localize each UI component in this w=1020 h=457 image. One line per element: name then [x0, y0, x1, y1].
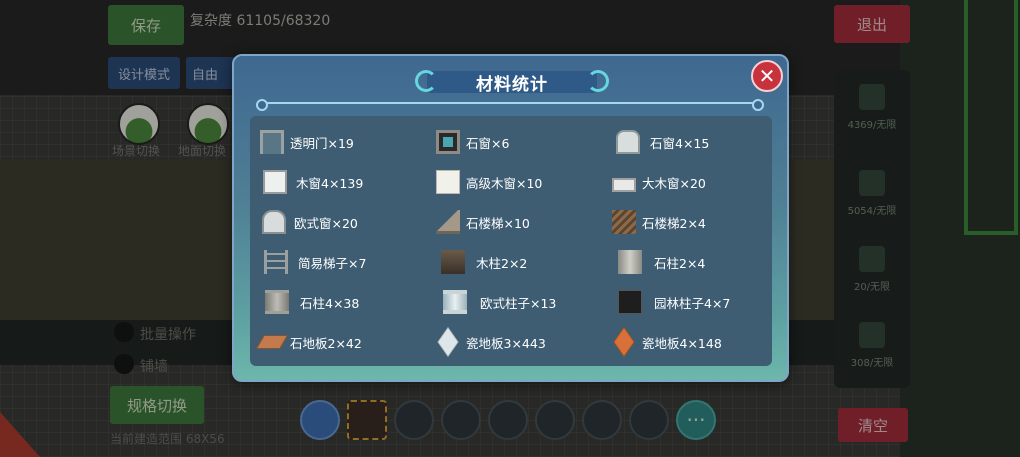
- list-item: 欧式窗×20: [260, 202, 436, 242]
- item-label: 瓷地板4×148: [642, 335, 722, 351]
- list-item: 瓷地板4×148: [612, 322, 782, 362]
- swirl-ornament-icon: [587, 70, 609, 92]
- item-label: 欧式窗×20: [294, 215, 358, 231]
- material-list: 透明门×19 石窗×6 石窗4×15 木窗4×139 高级木窗×10 大木窗×2…: [250, 116, 772, 366]
- item-label: 瓷地板3×443: [466, 335, 546, 351]
- stone-stairs-2-icon: [612, 210, 636, 234]
- item-label: 石窗×6: [466, 135, 510, 151]
- stone-stairs-icon: [436, 210, 460, 234]
- title-divider: [256, 99, 764, 111]
- item-label: 石地板2×42: [290, 335, 362, 351]
- close-button[interactable]: ✕: [751, 60, 783, 92]
- close-icon: ✕: [758, 64, 776, 88]
- item-label: 石柱4×38: [300, 295, 360, 311]
- list-item: 石窗4×15: [612, 122, 782, 162]
- tile-floor-4-icon: [613, 327, 635, 357]
- list-item: 透明门×19: [260, 122, 436, 162]
- item-label: 高级木窗×10: [466, 175, 543, 191]
- list-item: 石柱4×38: [260, 282, 436, 322]
- list-item: 石地板2×42: [256, 322, 436, 362]
- list-item: 石柱2×4: [612, 242, 782, 282]
- item-label: 欧式柱子×13: [480, 295, 557, 311]
- wood-column-icon: [441, 250, 465, 274]
- tile-floor-3-icon: [437, 327, 459, 357]
- list-item: 瓷地板3×443: [436, 322, 612, 362]
- material-stats-dialog: 材料统计 ✕ 透明门×19 石窗×6 石窗4×15 木窗4×139 高级木窗×1…: [232, 54, 789, 382]
- item-label: 石楼梯2×4: [642, 215, 706, 231]
- list-item: 木柱2×2: [436, 242, 612, 282]
- list-item: 石楼梯×10: [436, 202, 612, 242]
- swirl-ornament-icon: [415, 70, 437, 92]
- list-item: 大木窗×20: [612, 162, 782, 202]
- stone-window-icon: [436, 130, 460, 154]
- list-item: 园林柱子4×7: [612, 282, 782, 322]
- list-item: 欧式柱子×13: [436, 282, 612, 322]
- tall-stone-window-icon: [616, 130, 640, 154]
- item-label: 石柱2×4: [654, 255, 706, 271]
- item-label: 木窗4×139: [296, 175, 364, 191]
- european-column-icon: [443, 290, 467, 314]
- large-wood-window-icon: [612, 177, 636, 192]
- clear-door-icon: [260, 130, 284, 154]
- simple-ladder-icon: [264, 250, 288, 274]
- wood-window-icon: [263, 170, 287, 194]
- dialog-title: 材料统计: [476, 74, 548, 95]
- item-label: 园林柱子4×7: [654, 295, 731, 311]
- dialog-title-banner: 材料统计: [415, 68, 609, 96]
- stone-floor-icon: [256, 335, 288, 349]
- list-item: 木窗4×139: [260, 162, 436, 202]
- item-label: 石窗4×15: [650, 135, 710, 151]
- garden-column-icon: [618, 290, 642, 314]
- stone-column-2-icon: [618, 250, 642, 274]
- list-item: 简易梯子×7: [260, 242, 436, 282]
- premium-wood-window-icon: [436, 170, 460, 194]
- item-label: 木柱2×2: [476, 255, 528, 271]
- item-label: 透明门×19: [290, 135, 354, 151]
- item-label: 大木窗×20: [642, 175, 706, 191]
- list-item: 石窗×6: [436, 122, 612, 162]
- list-item: 石楼梯2×4: [612, 202, 782, 242]
- item-label: 简易梯子×7: [298, 255, 367, 271]
- european-window-icon: [262, 210, 286, 234]
- item-label: 石楼梯×10: [466, 215, 530, 231]
- stone-column-4-icon: [265, 290, 289, 314]
- list-item: 高级木窗×10: [436, 162, 612, 202]
